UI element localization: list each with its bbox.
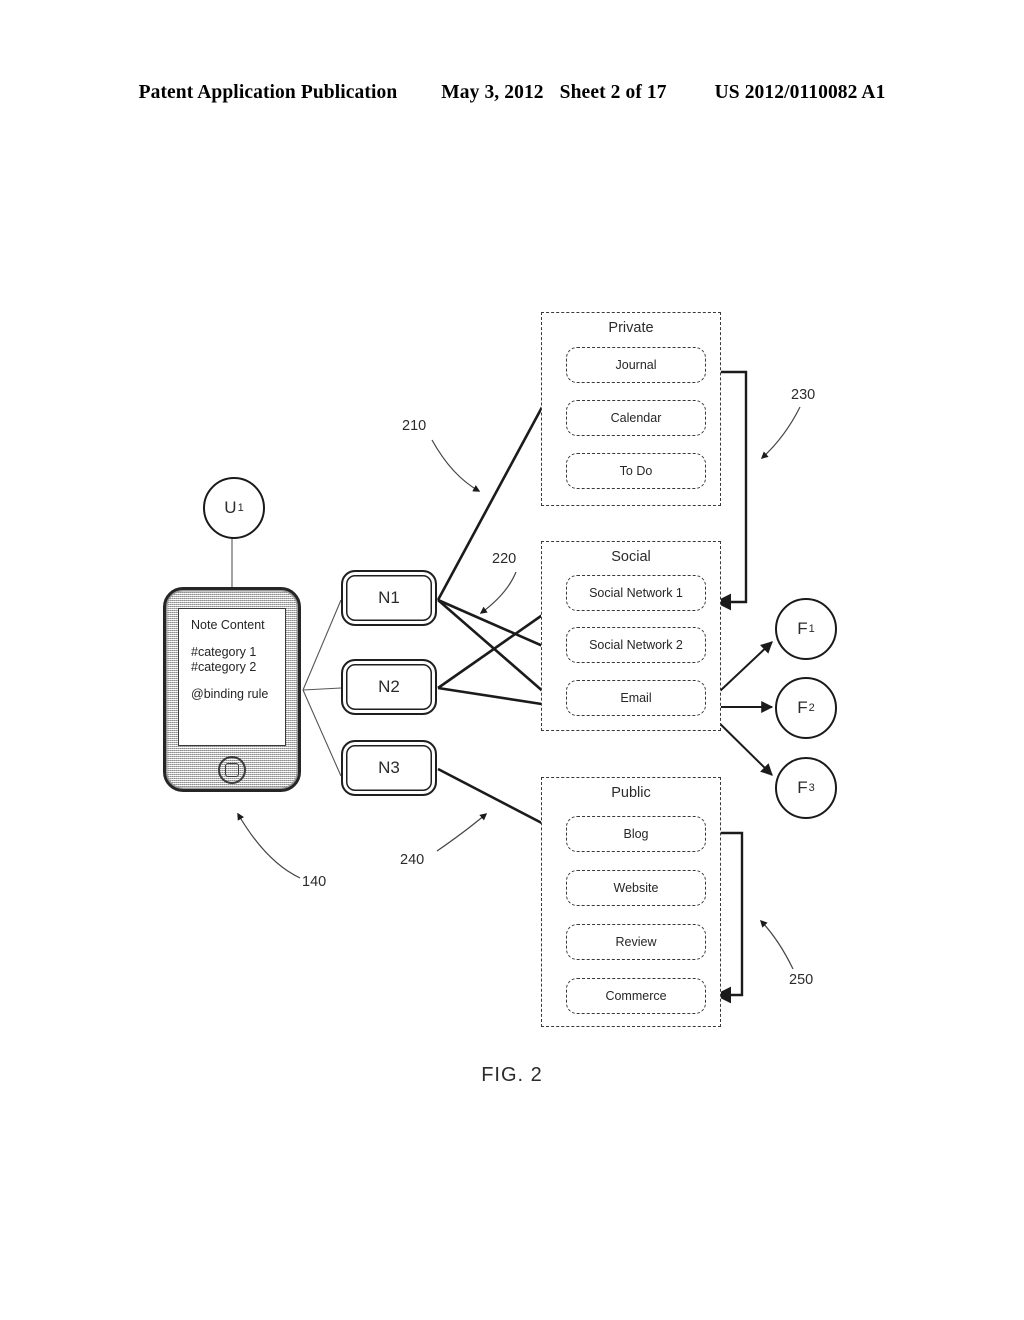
wire-device-to-n2 xyxy=(302,687,342,691)
destination-website[interactable]: Website xyxy=(566,870,706,906)
note-content-title: Note Content xyxy=(191,618,265,632)
note-node-n3-label: N xyxy=(378,758,391,777)
mobile-device[interactable]: Note Content #category 1 #category 2 @bi… xyxy=(163,587,301,792)
friend-node-f2-label: F xyxy=(797,698,808,717)
destination-journal[interactable]: Journal xyxy=(566,347,706,383)
screen-spacer-1 xyxy=(191,634,285,645)
leader-240 xyxy=(436,813,488,852)
note-category-2: #category 2 xyxy=(191,660,257,675)
leader-140 xyxy=(237,812,301,879)
user-node-u1[interactable]: U1 xyxy=(203,477,265,539)
reference-numeral-140: 140 xyxy=(302,874,327,890)
destination-to-do[interactable]: To Do xyxy=(566,453,706,489)
home-button-icon[interactable] xyxy=(218,756,246,784)
group-public: Public Blog Website Review Commerce xyxy=(541,777,721,1027)
friend-node-f1[interactable]: F1 xyxy=(775,598,837,660)
destination-commerce[interactable]: Commerce xyxy=(566,978,706,1014)
wire-device-to-n1 xyxy=(302,599,342,691)
friend-node-f2[interactable]: F2 xyxy=(775,677,837,739)
destination-blog[interactable]: Blog xyxy=(566,816,706,852)
reference-numeral-240: 240 xyxy=(400,852,425,868)
friend-node-f3[interactable]: F3 xyxy=(775,757,837,819)
group-social-title: Social xyxy=(611,549,651,565)
figure-2-diagram: U1 Note Content #category 1 #category 2 … xyxy=(0,0,1024,1320)
note-node-n1-label: N xyxy=(378,588,391,607)
figure-caption: FIG. 2 xyxy=(481,1064,543,1086)
reference-numeral-220: 220 xyxy=(492,551,517,567)
note-node-n2-subscript: 2 xyxy=(390,677,400,696)
wire-device-to-n3 xyxy=(302,689,342,777)
friend-node-f3-label: F xyxy=(797,778,808,797)
screen-spacer-2 xyxy=(191,676,285,687)
friend-node-f2-subscript: 2 xyxy=(808,702,815,714)
device-screen: Note Content #category 1 #category 2 @bi… xyxy=(178,608,286,746)
reference-numeral-250: 250 xyxy=(789,972,814,988)
group-social: Social Social Network 1 Social Network 2… xyxy=(541,541,721,731)
friend-node-f3-subscript: 3 xyxy=(808,782,815,794)
leader-210 xyxy=(431,439,481,492)
note-node-n2[interactable]: N2 xyxy=(341,659,437,715)
note-node-n3[interactable]: N3 xyxy=(341,740,437,796)
destination-email[interactable]: Email xyxy=(566,680,706,716)
destination-calendar[interactable]: Calendar xyxy=(566,400,706,436)
user-node-label: U xyxy=(224,498,237,517)
destination-social-network-1[interactable]: Social Network 1 xyxy=(566,575,706,611)
leader-250 xyxy=(760,919,794,970)
note-binding-rule: @binding rule xyxy=(191,686,269,701)
friend-node-f1-label: F xyxy=(797,619,808,638)
destination-social-network-2[interactable]: Social Network 2 xyxy=(566,627,706,663)
friend-node-f1-subscript: 1 xyxy=(808,623,815,635)
destination-review[interactable]: Review xyxy=(566,924,706,960)
note-node-n1-subscript: 1 xyxy=(390,588,400,607)
note-node-n3-subscript: 3 xyxy=(390,758,400,777)
note-node-n1[interactable]: N1 xyxy=(341,570,437,626)
user-node-subscript: 1 xyxy=(237,502,244,514)
leader-220 xyxy=(479,571,517,614)
reference-numeral-210: 210 xyxy=(402,418,427,434)
note-node-n2-label: N xyxy=(378,677,391,696)
note-category-1: #category 1 xyxy=(191,644,257,659)
leader-230 xyxy=(760,406,801,459)
group-public-title: Public xyxy=(611,785,651,801)
connector-layer xyxy=(231,370,801,1004)
reference-numeral-230: 230 xyxy=(791,387,816,403)
group-private: Private Journal Calendar To Do xyxy=(541,312,721,506)
group-private-title: Private xyxy=(608,320,654,336)
